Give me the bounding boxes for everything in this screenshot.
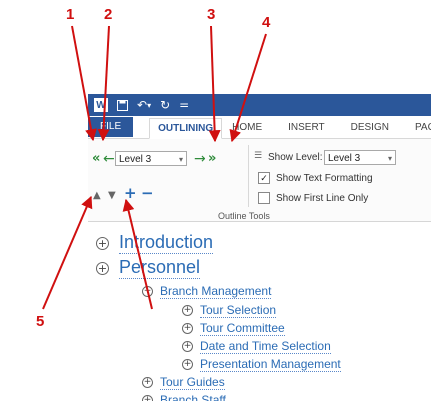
expand-plus-icon[interactable]: + <box>142 286 153 297</box>
outline-item[interactable]: + Tour Guides <box>142 375 225 390</box>
chevron-down-icon: ▾ <box>387 154 392 163</box>
outline-item-text: Presentation Management <box>200 357 341 372</box>
outline-tools-group-label: Outline Tools <box>218 211 270 221</box>
outline-level-value: Level 3 <box>119 154 152 165</box>
tab-outlining[interactable]: OUTLINING <box>149 117 223 139</box>
expand-plus-icon[interactable]: + <box>182 305 193 316</box>
expand-plus-icon[interactable]: + <box>96 236 109 250</box>
chevron-down-icon: ▾ <box>178 155 183 164</box>
outline-item-text: Branch Management <box>160 284 272 299</box>
outline-level-dropdown[interactable]: Level 3 ▾ <box>115 151 187 166</box>
outline-item-text: Tour Selection <box>200 303 277 318</box>
outline-item-text: Tour Committee <box>200 321 285 336</box>
checkmark-icon: ✓ <box>258 172 270 184</box>
promote-to-heading-button[interactable]: « <box>92 152 100 166</box>
outline-item-text: Tour Guides <box>160 375 225 390</box>
tab-home[interactable]: HOME <box>232 122 262 133</box>
show-level-value: Level 3 <box>328 153 361 164</box>
outline-item[interactable]: + Presentation Management <box>182 357 341 372</box>
outline-item-text: Personnel <box>119 257 201 279</box>
empty-checkbox-icon <box>258 192 270 204</box>
expand-plus-icon[interactable]: + <box>182 323 193 334</box>
word-icon[interactable]: W <box>94 98 108 112</box>
expand-button[interactable]: + <box>124 186 137 201</box>
expand-plus-icon[interactable]: + <box>182 359 193 370</box>
outline-item-text: Introduction <box>119 232 214 254</box>
callout-arrow-5 <box>42 195 93 310</box>
outline-item[interactable]: + Branch Management <box>142 284 272 299</box>
undo-icon[interactable]: ↶ ▾ <box>137 98 151 112</box>
show-text-formatting-checkbox[interactable]: ✓ Show Text Formatting <box>258 172 373 184</box>
outline-item[interactable]: + Introduction <box>96 232 214 254</box>
callout-number-5: 5 <box>36 313 45 330</box>
word-window: W ↶ ▾ ↻ = FILE OUTLINING HOME INSERT DESI… <box>88 94 431 401</box>
expand-plus-icon[interactable]: + <box>142 377 153 388</box>
outline-item-text: Branch Staff <box>160 393 226 401</box>
show-level-icon: ☰ <box>254 151 263 161</box>
outline-item[interactable]: + Date and Time Selection <box>182 339 331 354</box>
show-level-label: Show Level: <box>268 152 323 163</box>
outline-item[interactable]: + Personnel <box>96 257 201 279</box>
collapse-button[interactable]: − <box>141 186 154 201</box>
tab-file[interactable]: FILE <box>88 117 134 137</box>
outline-item-text: Date and Time Selection <box>200 339 331 354</box>
redo-icon[interactable]: ↻ <box>160 98 170 112</box>
demote-button[interactable]: → <box>194 152 206 166</box>
outline-document: + Introduction + Personnel + Branch Mana… <box>88 222 431 401</box>
show-first-line-only-label: Show First Line Only <box>276 192 369 204</box>
outline-item[interactable]: + Tour Committee <box>182 321 285 336</box>
callout-number-4: 4 <box>262 14 271 31</box>
ribbon-separator <box>248 145 249 207</box>
show-level-dropdown[interactable]: Level 3 ▾ <box>324 150 396 165</box>
move-down-button[interactable]: ▼ <box>108 189 116 203</box>
ribbon-outline-tools: « ← Level 3 ▾ → » ▲ ▼ + − ☰ Show Level: … <box>88 139 431 222</box>
show-first-line-only-checkbox[interactable]: Show First Line Only <box>258 192 368 204</box>
callout-number-3: 3 <box>207 6 216 23</box>
ribbon-tabs: FILE OUTLINING HOME INSERT DESIGN PAGE <box>88 116 431 139</box>
customize-toolbar-icon[interactable]: = <box>179 98 189 112</box>
callout-number-2: 2 <box>104 6 113 23</box>
tab-page[interactable]: PAGE <box>415 122 431 133</box>
outline-item[interactable]: + Branch Staff <box>142 393 226 401</box>
tab-insert[interactable]: INSERT <box>288 122 325 133</box>
show-text-formatting-label: Show Text Formatting <box>276 172 373 184</box>
move-up-button[interactable]: ▲ <box>93 189 101 203</box>
demote-to-body-text-button[interactable]: » <box>208 152 216 166</box>
expand-plus-icon[interactable]: + <box>142 395 153 401</box>
expand-plus-icon[interactable]: + <box>182 341 193 352</box>
save-icon[interactable] <box>117 99 128 111</box>
quick-access-toolbar: W ↶ ▾ ↻ = <box>88 94 431 116</box>
callout-number-1: 1 <box>66 6 75 23</box>
tab-design[interactable]: DESIGN <box>351 122 389 133</box>
promote-button[interactable]: ← <box>103 152 115 166</box>
outline-item[interactable]: + Tour Selection <box>182 303 277 318</box>
expand-plus-icon[interactable]: + <box>96 261 109 275</box>
